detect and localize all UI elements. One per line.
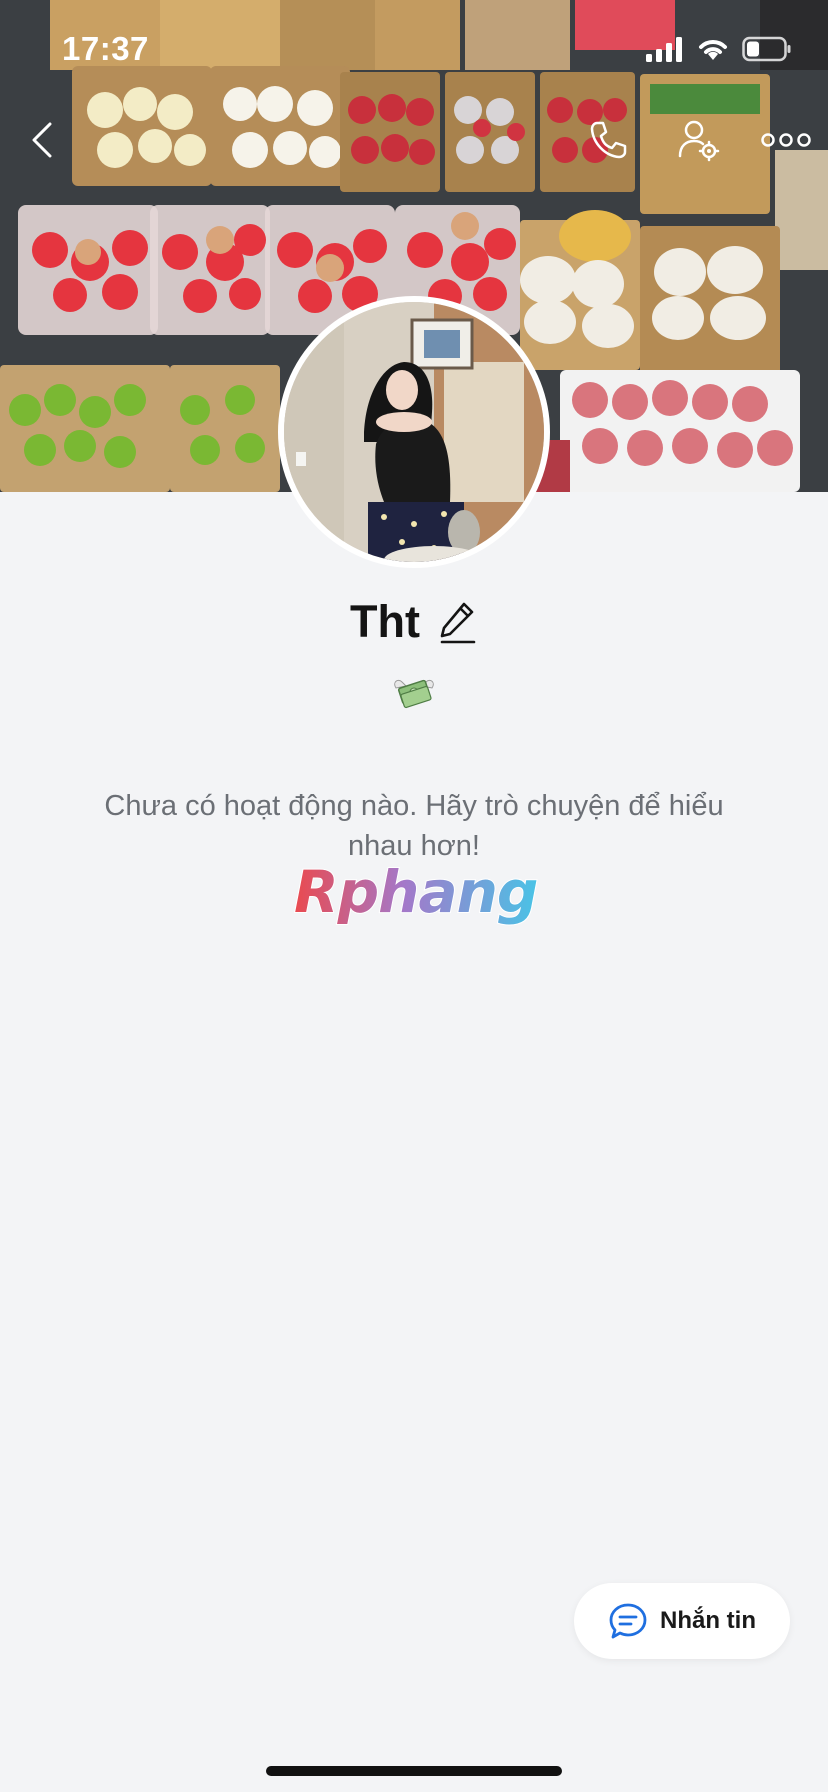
more-button[interactable] — [756, 110, 816, 170]
chat-bubble-icon — [609, 1603, 647, 1639]
cellular-signal-icon — [646, 37, 682, 62]
more-dots-icon — [761, 133, 811, 147]
pencil-icon[interactable] — [438, 600, 478, 644]
user-settings-icon — [678, 120, 720, 162]
back-button[interactable] — [12, 110, 72, 170]
home-indicator[interactable] — [266, 1766, 562, 1776]
status-icons — [644, 36, 792, 62]
empty-activity-message: Chưa có hoạt động nào. Hãy trò chuyện để… — [104, 790, 724, 862]
send-message-button[interactable]: Nhắn tin — [574, 1583, 790, 1659]
wifi-icon — [699, 40, 727, 60]
profile-name-row: Tht — [0, 596, 828, 648]
phone-icon — [590, 121, 627, 159]
send-message-label: Nhắn tin — [660, 1607, 756, 1634]
status-time: 17:37 — [62, 30, 149, 67]
watermark-text: Rphang — [294, 860, 537, 926]
watermark-logo: Rphang — [293, 860, 539, 927]
battery-icon — [742, 36, 791, 62]
top-navigation — [0, 110, 828, 180]
money-with-wings-icon — [394, 679, 434, 709]
back-chevron-icon — [32, 122, 52, 158]
user-settings-button[interactable] — [668, 110, 728, 170]
profile-avatar[interactable] — [278, 296, 550, 568]
call-button[interactable] — [578, 110, 638, 170]
profile-name: Tht — [350, 596, 420, 647]
status-bar: 17:37 — [0, 0, 828, 100]
